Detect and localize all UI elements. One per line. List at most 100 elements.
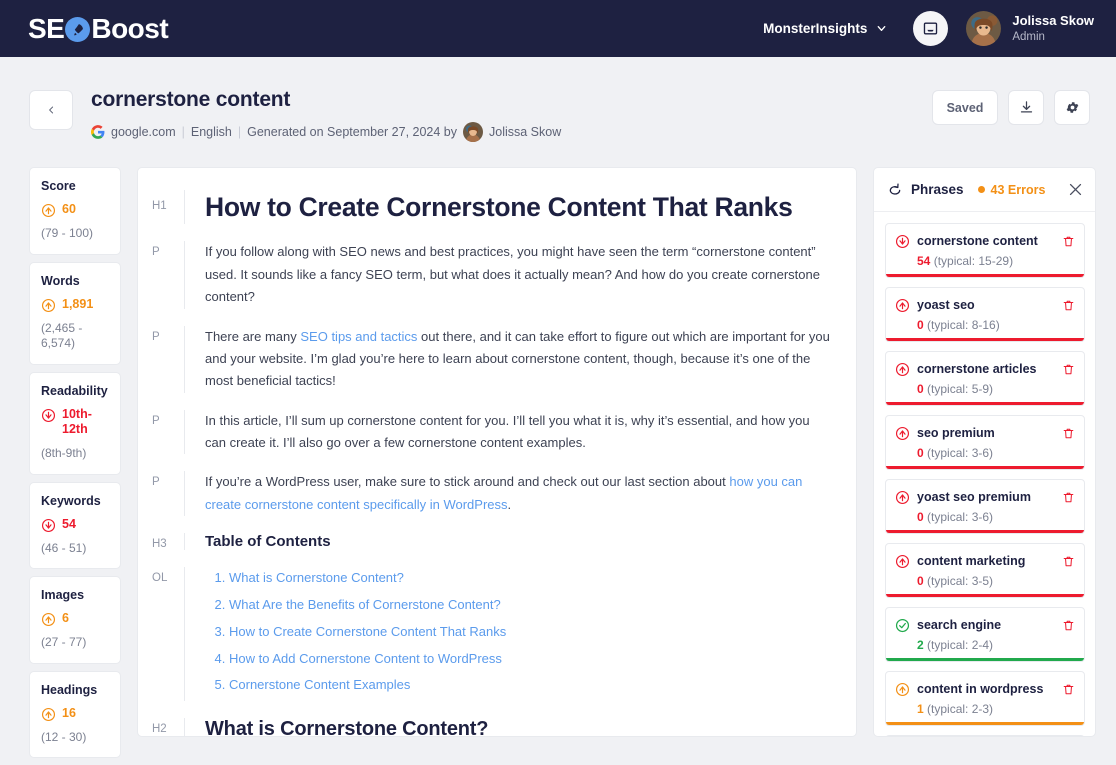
stat-label: Images bbox=[41, 588, 85, 603]
close-panel-button[interactable] bbox=[1067, 181, 1084, 198]
document-panel[interactable]: H1 How to Create Cornerstone Content That… bbox=[137, 167, 857, 737]
stat-value-row: 10th-12th bbox=[41, 407, 110, 438]
phrases-list[interactable]: cornerstone content 54 (typical: 15-29) yo… bbox=[874, 212, 1095, 736]
paragraph-text: If you follow along with SEO news and be… bbox=[205, 244, 820, 305]
app-logo[interactable]: SE Boost bbox=[28, 13, 169, 45]
delete-phrase-button[interactable] bbox=[1062, 555, 1075, 568]
site-selector-dropdown[interactable]: MonsterInsights bbox=[763, 21, 887, 36]
delete-phrase-button[interactable] bbox=[1062, 427, 1075, 440]
list-item[interactable]: What is Cornerstone Content? bbox=[229, 567, 830, 589]
stat-range: (46 - 51) bbox=[41, 540, 87, 555]
phrase-card[interactable]: yoast seo premium 0 (typical: 3-6) bbox=[885, 479, 1085, 534]
trash-icon bbox=[1063, 684, 1074, 694]
stat-label: Score bbox=[41, 179, 76, 193]
phrase-stats: 0 (typical: 8-16) bbox=[917, 318, 1075, 332]
phrase-typical: (typical: 8-16) bbox=[927, 318, 1000, 332]
phrase-count: 54 bbox=[917, 254, 931, 268]
meta-generated: Generated on September 27, 2024 by bbox=[247, 125, 457, 139]
trash-icon bbox=[1063, 236, 1074, 246]
chevron-left-icon bbox=[48, 106, 53, 114]
close-icon bbox=[1069, 183, 1082, 196]
stat-card-score[interactable]: Score 60 (79 - 100) bbox=[29, 167, 121, 255]
list-item[interactable]: Cornerstone Content Examples bbox=[229, 674, 830, 696]
delete-phrase-button[interactable] bbox=[1062, 491, 1075, 504]
table-of-contents-list: What is Cornerstone Content? What Are the… bbox=[205, 567, 830, 696]
phrase-card[interactable]: content strategy2 (typical: 2-3) bbox=[885, 735, 1085, 736]
delete-phrase-button[interactable] bbox=[1062, 363, 1075, 376]
delete-phrase-button[interactable] bbox=[1062, 683, 1075, 696]
phrase-card[interactable]: cornerstone content 54 (typical: 15-29) bbox=[885, 223, 1085, 278]
stat-value-row: 16 bbox=[41, 706, 110, 722]
phrase-card[interactable]: yoast seo 0 (typical: 8-16) bbox=[885, 287, 1085, 342]
stat-card-headings[interactable]: Headings 16 (12 - 30) bbox=[29, 670, 121, 759]
stat-value-row: 54 bbox=[41, 517, 110, 533]
arrow-up-circle-icon bbox=[895, 298, 910, 313]
block-body: Table of Contents bbox=[184, 533, 830, 551]
document-block-h3: H3 Table of Contents bbox=[150, 533, 830, 551]
saved-button[interactable]: Saved bbox=[932, 90, 998, 125]
paragraph: If you follow along with SEO news and be… bbox=[205, 241, 830, 308]
phrase-card[interactable]: content in wordpress 1 (typical: 2-3) bbox=[885, 671, 1085, 726]
stat-card-images[interactable]: Images 6 (27 - 77) bbox=[29, 576, 121, 664]
document-block-p: P There are many SEO tips and tactics out… bbox=[150, 325, 830, 393]
delete-phrase-button[interactable] bbox=[1062, 235, 1075, 248]
meta-author-avatar bbox=[463, 122, 483, 142]
download-button[interactable] bbox=[1008, 90, 1044, 125]
paragraph-text: If you’re a WordPress user, make sure to… bbox=[205, 474, 730, 490]
stat-card-readability[interactable]: Readability 10th-12th (8th-9th) bbox=[29, 371, 121, 475]
errors-count: 43 Errors bbox=[990, 182, 1046, 197]
list-item[interactable]: How to Add Cornerstone Content to WordPr… bbox=[229, 648, 830, 670]
block-tag-label: P bbox=[152, 414, 160, 427]
stat-value-row: 1,891 bbox=[41, 297, 110, 313]
document-block-p: P In this article, I’ll sum up cornerston… bbox=[150, 409, 830, 455]
list-item[interactable]: What Are the Benefits of Cornerstone Con… bbox=[229, 594, 830, 616]
meta-separator-1: | bbox=[181, 125, 185, 139]
phrase-card[interactable]: cornerstone articles 0 (typical: 5-9) bbox=[885, 351, 1085, 406]
arrow-up-circle-icon bbox=[895, 554, 910, 569]
phrase-status-bar bbox=[886, 658, 1084, 661]
phrase-typical: (typical: 3-6) bbox=[927, 510, 994, 524]
user-role: Admin bbox=[1012, 30, 1045, 43]
block-body: What is Cornerstone Content? bbox=[184, 718, 830, 736]
trash-icon bbox=[1063, 556, 1074, 566]
delete-phrase-button[interactable] bbox=[1062, 619, 1075, 632]
document-block-p: P If you’re a WordPress user, make sure t… bbox=[150, 471, 830, 517]
inline-link[interactable]: SEO tips and tactics bbox=[300, 329, 417, 344]
document-block-h1: H1 How to Create Cornerstone Content That… bbox=[150, 190, 830, 225]
back-button[interactable] bbox=[29, 90, 73, 130]
stat-range: (8th-9th) bbox=[41, 446, 87, 461]
paragraph: In this article, I’ll sum up cornerstone… bbox=[205, 410, 830, 455]
list-item[interactable]: How to Create Cornerstone Content That R… bbox=[229, 621, 830, 643]
phrase-card[interactable]: search engine 2 (typical: 2-4) bbox=[885, 607, 1085, 662]
paragraph-text: There are many bbox=[205, 328, 301, 344]
stat-range: (12 - 30) bbox=[41, 729, 87, 744]
stat-card-keywords[interactable]: Keywords 54 (46 - 51) bbox=[29, 481, 121, 570]
stat-label: Words bbox=[41, 273, 80, 288]
meta-author-name: Jolissa Skow bbox=[489, 125, 562, 139]
phrase-name: cornerstone content bbox=[917, 234, 1038, 248]
phrase-stats: 0 (typical: 3-6) bbox=[917, 446, 1075, 460]
header-actions: Saved bbox=[932, 90, 1090, 125]
arrow-up-circle-icon bbox=[41, 613, 56, 627]
user-menu[interactable]: Jolissa Skow Admin bbox=[966, 11, 1094, 46]
arrow-up-circle-icon bbox=[895, 490, 910, 505]
gear-icon bbox=[1066, 102, 1078, 113]
delete-phrase-button[interactable] bbox=[1062, 299, 1075, 312]
phrase-top-row: yoast seo bbox=[895, 297, 1075, 313]
phrase-card[interactable]: content marketing 0 (typical: 3-5) bbox=[885, 543, 1085, 598]
arrow-up-circle-icon bbox=[41, 203, 56, 218]
block-tag-label: P bbox=[152, 476, 160, 489]
inbox-button[interactable] bbox=[913, 11, 949, 46]
phrase-status-bar bbox=[886, 338, 1084, 341]
phrase-name: cornerstone articles bbox=[917, 362, 1037, 376]
phrase-card[interactable]: seo premium 0 (typical: 3-6) bbox=[885, 415, 1085, 470]
stat-range: (2,465 - 6,574) bbox=[41, 320, 83, 351]
phrase-typical: (typical: 15-29) bbox=[933, 254, 1014, 268]
meta-domain: google.com bbox=[111, 125, 176, 139]
stat-card-words[interactable]: Words 1,891 (2,465 - 6,574) bbox=[29, 261, 121, 365]
arrow-down-circle-icon bbox=[41, 408, 56, 422]
settings-button[interactable] bbox=[1054, 90, 1090, 125]
phrase-name: content marketing bbox=[917, 554, 1026, 568]
phrase-count: 0 bbox=[917, 574, 924, 588]
paragraph: If you’re a WordPress user, make sure to… bbox=[205, 471, 830, 516]
